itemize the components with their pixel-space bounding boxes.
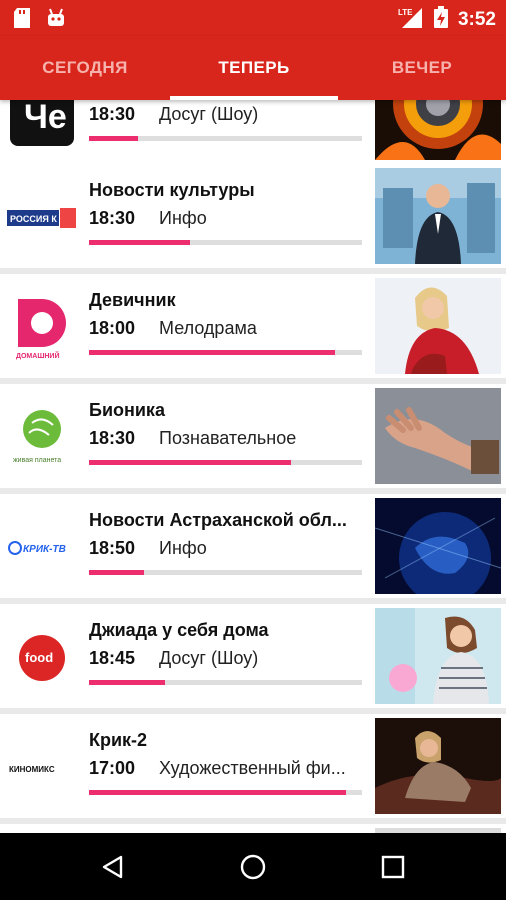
program-time: 18:45 [89, 648, 136, 668]
program-thumbnail [375, 278, 501, 374]
program-thumbnail [375, 100, 501, 160]
program-genre: Художественный фи... [159, 758, 346, 778]
channel-logo-label: КИНОМИКС [9, 765, 55, 774]
program-thumbnail [375, 608, 501, 704]
program-card[interactable] [0, 824, 506, 833]
channel-logo-zhivaya-planeta: живая планета [6, 402, 78, 474]
channel-logo-label: ДОМАШНИЙ [16, 351, 59, 360]
android-icon [46, 8, 66, 33]
tab-evening[interactable]: ВЕЧЕР [338, 36, 506, 100]
progress-fill [89, 790, 346, 795]
program-genre: Инфо [159, 538, 207, 558]
program-thumbnail [375, 718, 501, 814]
program-time: 18:00 [89, 318, 136, 338]
program-title: Девичник [89, 290, 176, 310]
channel-logo-label: food [25, 650, 53, 665]
program-card[interactable]: ДОМАШНИЙ Девичник 18:00 Мелодрама [0, 274, 506, 378]
program-thumbnail [375, 498, 501, 594]
channel-logo-label: КРИК-ТВ [23, 544, 66, 555]
program-thumbnail [375, 388, 501, 484]
tab-today[interactable]: СЕГОДНЯ [0, 36, 170, 100]
network-label: LTE [398, 8, 413, 17]
program-card[interactable]: КРИК-ТВ Новости Астраханской обл... 18:5… [0, 494, 506, 598]
channel-logo-rossiya-k: РОССИЯ К [6, 182, 78, 254]
program-genre: Досуг (Шоу) [159, 104, 259, 124]
signal-icon: LTE [398, 6, 424, 33]
program-thumbnail [375, 168, 501, 264]
channel-logo-food: food [6, 622, 78, 694]
channel-logo-label: живая планета [13, 457, 61, 464]
battery-charging-icon [433, 6, 448, 33]
progress-track [89, 240, 362, 245]
program-card[interactable]: Че 18:30 Досуг (Шоу) [0, 100, 506, 164]
channel-logo-kinomiks: КИНОМИКС [6, 732, 78, 804]
program-card[interactable]: живая планета Бионика 18:30 Познавательн… [0, 384, 506, 488]
program-time: 17:00 [89, 758, 136, 778]
progress-track [89, 350, 362, 355]
channel-logo-label: РОССИЯ К [10, 214, 57, 224]
progress-fill [89, 350, 335, 355]
channel-logo-che: Че [6, 100, 78, 150]
program-time: 18:30 [89, 104, 136, 124]
tab-bar: СЕГОДНЯ ТЕПЕРЬ ВЕЧЕР [0, 36, 506, 100]
program-genre: Досуг (Шоу) [159, 648, 259, 668]
progress-track [89, 570, 362, 575]
status-bar: LTE 3:52 [0, 0, 506, 36]
progress-track [89, 460, 362, 465]
program-list[interactable]: Че 18:30 Досуг (Шоу) РОССИЯ К Новости ку… [0, 100, 506, 833]
back-icon[interactable] [93, 847, 133, 887]
progress-track [89, 680, 362, 685]
active-tab-indicator [170, 96, 338, 100]
channel-logo-domashny: ДОМАШНИЙ [6, 292, 78, 364]
program-genre: Мелодрама [159, 318, 257, 338]
program-title: Новости культуры [89, 180, 255, 200]
program-card[interactable]: РОССИЯ К Новости культуры 18:30 Инфо [0, 164, 506, 268]
system-nav-bar [0, 833, 506, 900]
program-card[interactable]: food Джиада у себя дома 18:45 Досуг (Шоу… [0, 604, 506, 708]
progress-fill [89, 680, 166, 685]
sd-card-icon [14, 8, 30, 33]
progress-track [89, 790, 362, 795]
program-title: Новости Астраханской обл... [89, 510, 347, 530]
program-time: 18:50 [89, 538, 136, 558]
progress-fill [89, 460, 292, 465]
program-title: Крик-2 [89, 730, 148, 750]
progress-fill [89, 136, 139, 141]
program-time: 18:30 [89, 208, 136, 228]
progress-fill [89, 240, 190, 245]
progress-fill [89, 570, 144, 575]
channel-logo-label: Че [24, 100, 67, 136]
recents-icon[interactable] [373, 847, 413, 887]
clock: 3:52 [457, 8, 496, 30]
program-title: Бионика [89, 400, 165, 420]
program-time: 18:30 [89, 428, 136, 448]
program-genre: Инфо [159, 208, 207, 228]
home-icon[interactable] [233, 847, 273, 887]
channel-logo-krik-tv: КРИК-ТВ [6, 512, 78, 584]
tab-now[interactable]: ТЕПЕРЬ [170, 36, 338, 100]
program-title: Джиада у себя дома [89, 620, 269, 640]
progress-track [89, 136, 362, 141]
program-card[interactable]: КИНОМИКС Крик-2 17:00 Художественный фи.… [0, 714, 506, 818]
program-genre: Познавательное [159, 428, 297, 448]
